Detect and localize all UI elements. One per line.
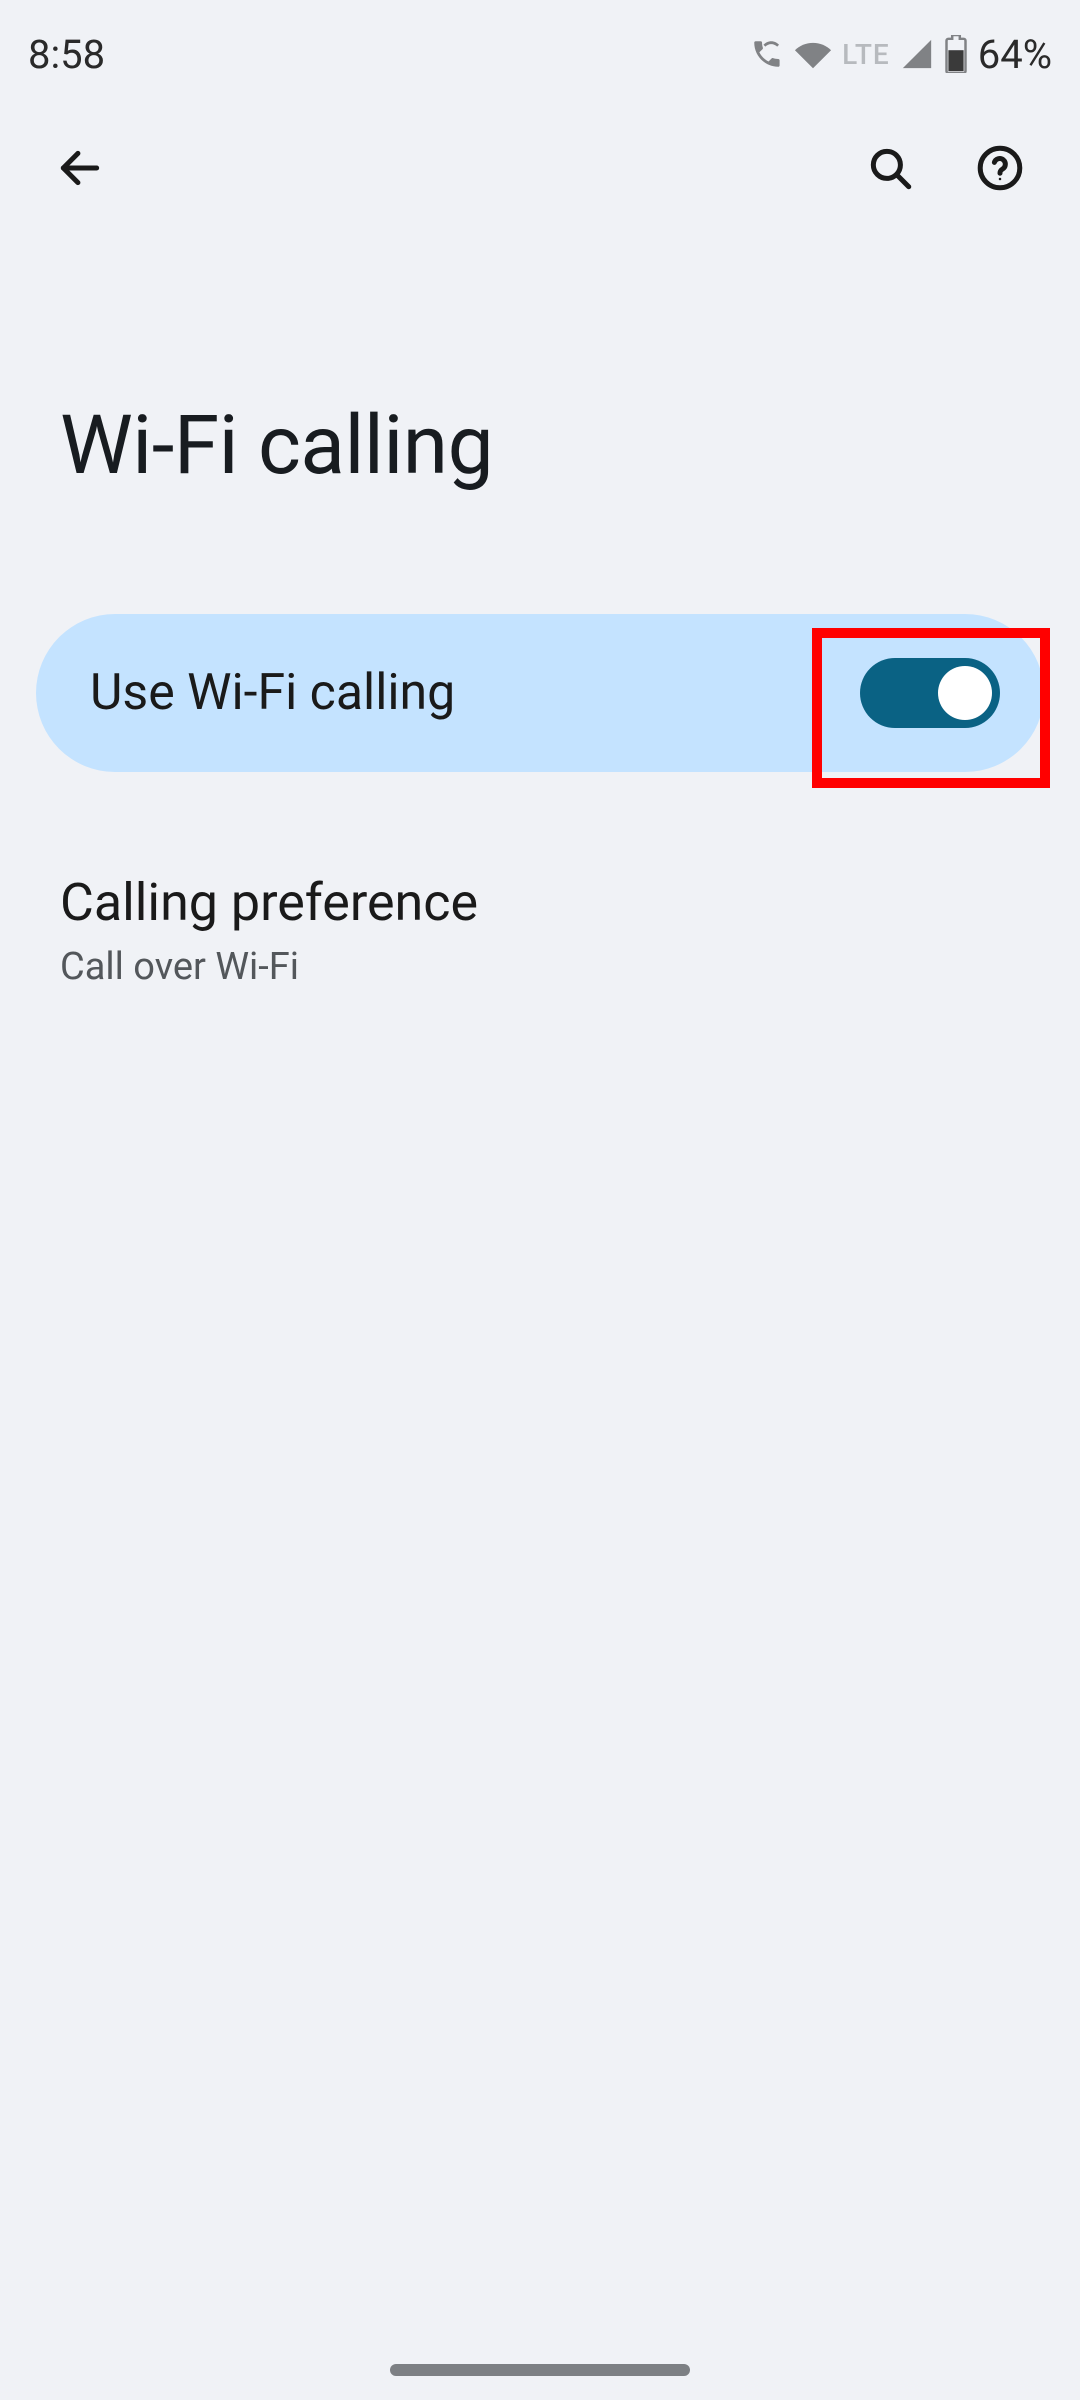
arrow-left-icon (55, 143, 105, 193)
network-label: LTE (842, 38, 890, 71)
status-right: LTE 64% (750, 31, 1052, 78)
signal-icon (900, 37, 934, 71)
wifi-icon (794, 37, 832, 71)
nav-handle[interactable] (390, 2364, 690, 2376)
calling-preference-title: Calling preference (60, 872, 1020, 933)
search-icon (865, 143, 915, 193)
back-button[interactable] (40, 128, 120, 208)
use-wifi-calling-row[interactable]: Use Wi-Fi calling (36, 614, 1044, 772)
battery-icon (944, 35, 968, 73)
help-icon (975, 143, 1025, 193)
battery-percent: 64% (978, 31, 1052, 78)
status-time: 8:58 (28, 31, 105, 78)
calling-preference-item[interactable]: Calling preference Call over Wi-Fi (0, 772, 1080, 989)
use-wifi-calling-label: Use Wi-Fi calling (90, 664, 860, 722)
help-button[interactable] (960, 128, 1040, 208)
page-title: Wi-Fi calling (0, 208, 1080, 614)
calling-preference-subtitle: Call over Wi-Fi (60, 945, 1020, 989)
search-button[interactable] (850, 128, 930, 208)
wifi-calling-icon (750, 37, 784, 71)
use-wifi-calling-toggle[interactable] (860, 658, 1000, 728)
toggle-knob (938, 666, 992, 720)
status-bar: 8:58 LTE 64% (0, 0, 1080, 90)
app-bar (0, 90, 1080, 208)
